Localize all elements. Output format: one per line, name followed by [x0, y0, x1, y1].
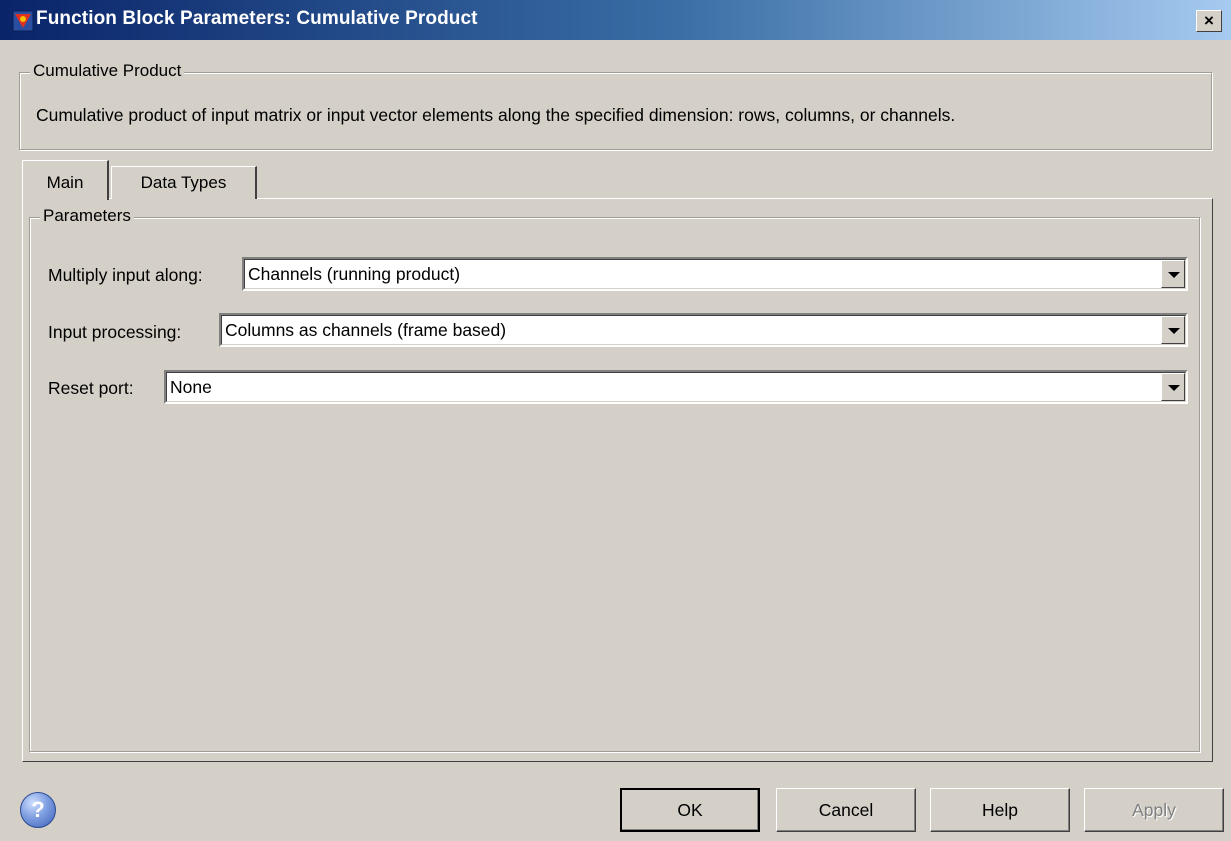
function-block-parameters-dialog: Function Block Parameters: Cumulative Pr… — [0, 0, 1231, 841]
reset-port-label: Reset port: — [48, 378, 134, 398]
simulink-block-icon — [12, 10, 34, 32]
ok-button[interactable]: OK — [620, 788, 760, 832]
input-processing-value: Columns as channels (frame based) — [225, 320, 507, 340]
chevron-down-icon[interactable] — [1161, 316, 1185, 344]
cancel-button[interactable]: Cancel — [776, 788, 916, 832]
block-group-title: Cumulative Product — [30, 61, 185, 81]
help-icon-glyph: ? — [31, 797, 45, 822]
window-title: Function Block Parameters: Cumulative Pr… — [36, 8, 478, 29]
input-processing-label: Input processing: — [48, 322, 182, 342]
multiply-input-along-dropdown[interactable]: Channels (running product) — [242, 257, 1188, 291]
chevron-down-icon[interactable] — [1161, 373, 1185, 401]
help-icon[interactable]: ? — [20, 792, 56, 828]
title-bar[interactable]: Function Block Parameters: Cumulative Pr… — [0, 0, 1231, 40]
input-processing-dropdown[interactable]: Columns as channels (frame based) — [219, 313, 1188, 347]
reset-port-value: None — [170, 377, 212, 397]
tab-data-types-label: Data Types — [140, 173, 227, 192]
multiply-input-along-label: Multiply input along: — [48, 265, 203, 285]
reset-port-dropdown[interactable]: None — [164, 370, 1188, 404]
dropdown-frame — [166, 372, 1186, 402]
close-button[interactable]: × — [1196, 10, 1222, 32]
tab-data-types[interactable]: Data Types — [111, 166, 257, 199]
close-icon: × — [1204, 11, 1214, 30]
parameters-group-title: Parameters — [40, 206, 134, 226]
chevron-down-icon[interactable] — [1161, 260, 1185, 288]
help-button[interactable]: Help — [930, 788, 1070, 832]
parameters-group: Parameters — [29, 206, 1200, 752]
block-description: Cumulative product of input matrix or in… — [36, 105, 956, 125]
tab-main[interactable]: Main — [22, 160, 109, 200]
apply-button[interactable]: Apply — [1084, 788, 1224, 832]
multiply-input-along-value: Channels (running product) — [248, 264, 461, 284]
tab-main-label: Main — [46, 173, 84, 192]
